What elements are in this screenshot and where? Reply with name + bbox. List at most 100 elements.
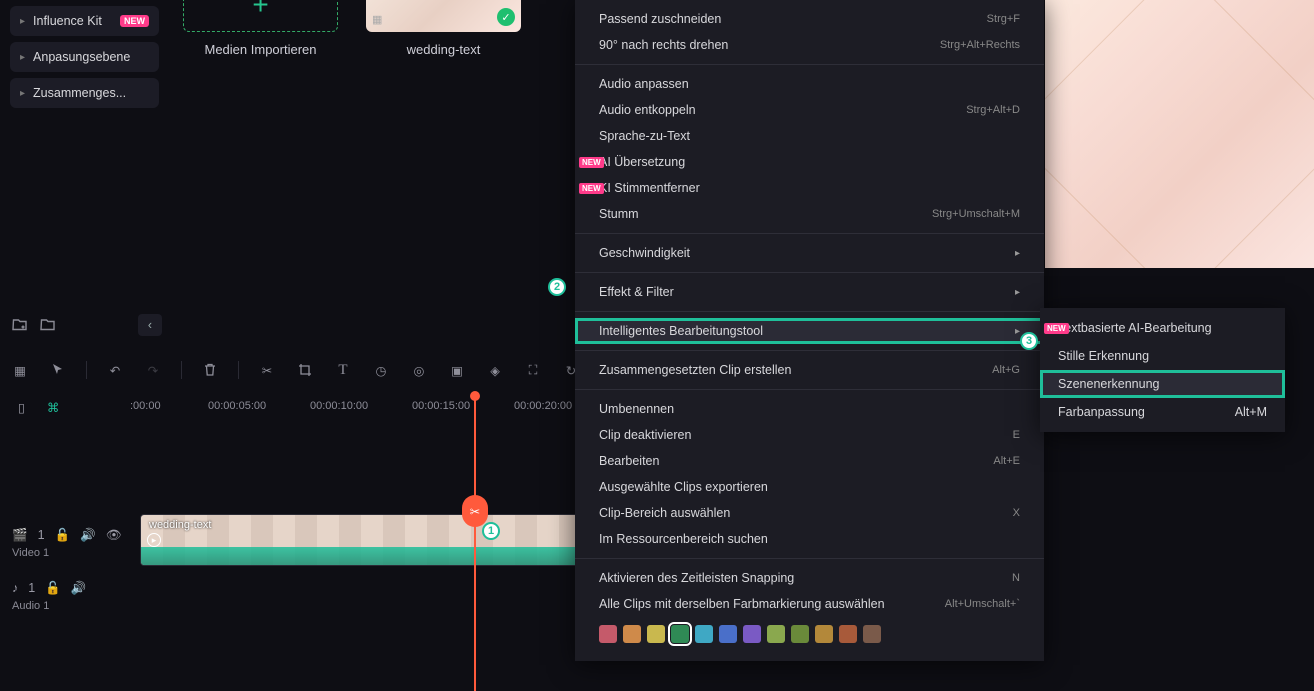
color-icon[interactable]: ◎ — [409, 360, 429, 380]
lock-icon[interactable]: 🔓 — [45, 581, 61, 596]
step-badge-3: 3 — [1020, 332, 1038, 350]
chevron-right-icon: ▸ — [20, 52, 25, 63]
menu-item[interactable]: Audio entkoppelnStrg+Alt+D — [575, 97, 1044, 123]
sidebar-item-label: Anpasungsebene — [33, 50, 130, 64]
color-swatch[interactable] — [791, 625, 809, 643]
color-swatch[interactable] — [695, 625, 713, 643]
menu-item-label: Im Ressourcenbereich suchen — [599, 532, 768, 546]
track-count: 1 — [28, 581, 35, 595]
menu-item[interactable]: StummStrg+Umschalt+M — [575, 201, 1044, 227]
menu-item[interactable]: Im Ressourcenbereich suchen — [575, 526, 1044, 552]
menu-item[interactable]: BearbeitenAlt+E — [575, 448, 1044, 474]
media-tile-wedding[interactable]: ▦ ✓ wedding-text — [366, 0, 521, 57]
layers-icon[interactable]: ▯ — [18, 400, 25, 415]
sidebar-item-influence-kit[interactable]: ▸ Influence Kit NEW — [10, 6, 159, 36]
color-swatch[interactable] — [815, 625, 833, 643]
menu-item[interactable]: Sprache-zu-Text — [575, 123, 1044, 149]
ruler-label: 00:00:20:00 — [514, 400, 572, 412]
menu-item[interactable]: Clip deaktivierenE — [575, 422, 1044, 448]
menu-item-label: Aktivieren des Zeitleisten Snapping — [599, 571, 794, 585]
lock-icon[interactable]: 🔓 — [55, 528, 71, 543]
menu-item[interactable]: Effekt & Filter ▸ — [575, 279, 1044, 305]
chevron-right-icon: ▸ — [1015, 287, 1020, 298]
video-clip[interactable]: wedding-text ▸ — [140, 514, 580, 566]
menu-item[interactable]: NEWKI Stimmentferner — [575, 175, 1044, 201]
split-handle[interactable]: ✂ — [462, 495, 488, 527]
track-count: 1 — [38, 528, 45, 542]
menu-item-label: AI Übersetzung — [599, 155, 685, 169]
menu-item[interactable]: 90° nach rechts drehenStrg+Alt+Rechts — [575, 32, 1044, 58]
menu-item[interactable]: Passend zuschneidenStrg+F — [575, 6, 1044, 32]
video-icon: 🎬 — [12, 528, 28, 543]
menu-item[interactable]: Umbenennen — [575, 396, 1044, 422]
menu-item-label: Clip-Bereich auswählen — [599, 506, 730, 520]
undo-icon[interactable]: ↶ — [105, 360, 125, 380]
menu-item[interactable]: Zusammengesetzten Clip erstellenAlt+G — [575, 357, 1044, 383]
menu-item-label: 90° nach rechts drehen — [599, 38, 728, 52]
menu-item[interactable]: Clip-Bereich auswählen X — [575, 500, 1044, 526]
mute-icon[interactable]: 🔊 — [80, 528, 96, 543]
submenu-item[interactable]: NEWTextbasierte AI-Bearbeitung — [1040, 314, 1285, 342]
submenu-item[interactable]: Szenenerkennung — [1040, 370, 1285, 398]
speed-icon[interactable]: ◷ — [371, 360, 391, 380]
menu-item[interactable]: Intelligentes Bearbeitungstool▸ — [575, 318, 1044, 344]
cursor-icon[interactable] — [48, 360, 68, 380]
mute-icon[interactable]: 🔊 — [71, 581, 87, 596]
color-swatch[interactable] — [743, 625, 761, 643]
fullscreen-icon[interactable]: ⛶ — [523, 360, 543, 380]
ruler-label: :00:00 — [130, 400, 161, 412]
new-badge: NEW — [579, 183, 604, 194]
color-swatch[interactable] — [863, 625, 881, 643]
ruler-label: 00:00:15:00 — [412, 400, 470, 412]
import-media-tile[interactable]: + Medien Importieren — [183, 0, 338, 57]
color-swatch[interactable] — [671, 625, 689, 643]
grid-icon[interactable]: ▦ — [10, 360, 30, 380]
step-badge-2: 2 — [548, 278, 566, 296]
menu-item-label: Intelligentes Bearbeitungstool — [599, 324, 763, 338]
keyframe-icon[interactable]: ◈ — [485, 360, 505, 380]
redo-icon[interactable]: ↷ — [143, 360, 163, 380]
collapse-sidebar-button[interactable]: ‹ — [138, 314, 162, 336]
text-icon[interactable]: T — [333, 360, 353, 380]
menu-item-label: Audio anpassen — [599, 77, 689, 91]
import-label: Medien Importieren — [205, 42, 317, 57]
crop-icon[interactable] — [295, 360, 315, 380]
link-icon[interactable]: ⌘ — [47, 400, 60, 415]
scissors-icon[interactable]: ✂ — [257, 360, 277, 380]
submenu-item[interactable]: Stille Erkennung — [1040, 342, 1285, 370]
menu-item[interactable]: Audio anpassen — [575, 71, 1044, 97]
menu-item-label: Effekt & Filter — [599, 285, 674, 299]
playhead[interactable] — [474, 395, 476, 691]
menu-item-label: Passend zuschneiden — [599, 12, 721, 26]
submenu-item[interactable]: FarbanpassungAlt+M — [1040, 398, 1285, 426]
effects-icon[interactable]: ▣ — [447, 360, 467, 380]
visibility-icon[interactable]: 👁 — [106, 528, 122, 543]
new-badge: NEW — [120, 15, 149, 27]
color-swatch[interactable] — [767, 625, 785, 643]
color-swatch[interactable] — [839, 625, 857, 643]
track-label: Audio 1 — [12, 600, 130, 612]
trash-icon[interactable] — [200, 360, 220, 380]
color-swatch[interactable] — [647, 625, 665, 643]
folder-icon[interactable] — [38, 315, 58, 335]
sidebar: ▸ Influence Kit NEW ▸ Anpasungsebene ▸ Z… — [0, 0, 169, 352]
color-swatch[interactable] — [623, 625, 641, 643]
menu-item-label: Bearbeiten — [599, 454, 659, 468]
media-label: wedding-text — [407, 42, 481, 57]
color-swatch[interactable] — [599, 625, 617, 643]
menu-item[interactable]: Aktivieren des Zeitleisten SnappingN — [575, 565, 1044, 591]
menu-item[interactable]: NEWAI Übersetzung — [575, 149, 1044, 175]
sidebar-item-compound[interactable]: ▸ Zusammenges... — [10, 78, 159, 108]
color-swatch[interactable] — [719, 625, 737, 643]
menu-item[interactable]: Geschwindigkeit▸ — [575, 240, 1044, 266]
menu-item[interactable]: Alle Clips mit derselben Farbmarkierung … — [575, 591, 1044, 617]
ruler-label: 00:00:10:00 — [310, 400, 368, 412]
menu-item[interactable]: Ausgewählte Clips exportieren — [575, 474, 1044, 500]
context-submenu: NEWTextbasierte AI-BearbeitungStille Erk… — [1040, 308, 1285, 432]
folder-add-icon[interactable] — [10, 315, 30, 335]
sidebar-footer: ‹ — [10, 314, 162, 336]
menu-item-label: Stumm — [599, 207, 639, 221]
menu-item-label: Ausgewählte Clips exportieren — [599, 480, 768, 494]
shortcut-label: X — [1013, 507, 1020, 519]
sidebar-item-adjustment-layer[interactable]: ▸ Anpasungsebene — [10, 42, 159, 72]
